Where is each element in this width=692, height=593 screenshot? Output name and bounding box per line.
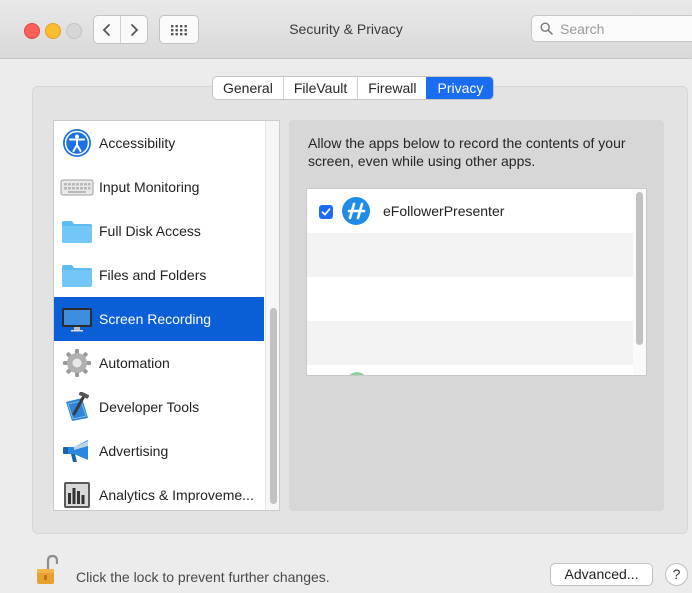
tab-bar: General FileVault Firewall Privacy: [212, 76, 495, 100]
bar-chart-icon: [60, 478, 94, 510]
sidebar-item-automation[interactable]: Automation: [54, 341, 264, 385]
tab-privacy[interactable]: Privacy: [426, 77, 494, 99]
list-item[interactable]: eFollowerPresenter: [307, 189, 633, 233]
app-permission-list: eFollowerPresenter: [306, 188, 647, 376]
category-list-scroll-thumb[interactable]: [270, 308, 277, 504]
sidebar-item-label: Developer Tools: [99, 399, 200, 415]
partial-app-icon: [347, 372, 367, 375]
empty-row: [307, 233, 633, 277]
title-bar: Security & Privacy: [0, 0, 692, 59]
app-permission-checkbox[interactable]: [319, 205, 333, 219]
app-name: eFollowerPresenter: [383, 203, 505, 219]
sidebar-item-label: Advertising: [99, 443, 169, 459]
megaphone-icon: [60, 434, 94, 468]
sidebar-item-screen-recording[interactable]: Screen Recording: [54, 297, 264, 341]
empty-row: [307, 277, 633, 321]
sidebar-item-label: Screen Recording: [99, 311, 212, 327]
search-input[interactable]: [558, 19, 682, 38]
sidebar-item-analytics[interactable]: Analytics & Improveme...: [54, 473, 264, 510]
efollower-app-icon: [342, 197, 370, 225]
help-button[interactable]: ?: [665, 563, 688, 586]
empty-row: [307, 321, 633, 365]
search-icon: [540, 22, 553, 35]
hammer-icon: [60, 390, 94, 424]
advanced-button[interactable]: Advanced...: [550, 563, 653, 586]
display-icon: [60, 302, 94, 336]
sidebar-item-label: Automation: [99, 355, 170, 371]
lock-message: Click the lock to prevent further change…: [76, 569, 330, 585]
sidebar-item-label: Analytics & Improveme...: [99, 487, 254, 503]
sidebar-item-advertising[interactable]: Advertising: [54, 429, 264, 473]
sidebar-item-input-monitoring[interactable]: Input Monitoring: [54, 165, 264, 209]
accessibility-icon: [60, 126, 94, 160]
category-list-scrollbar[interactable]: [265, 121, 279, 510]
tab-general[interactable]: General: [213, 77, 283, 99]
sidebar-item-developer-tools[interactable]: Developer Tools: [54, 385, 264, 429]
permission-description: Allow the apps below to record the conte…: [308, 135, 626, 169]
keyboard-icon: [60, 170, 94, 204]
tab-firewall[interactable]: Firewall: [357, 77, 426, 99]
folder-icon: [60, 258, 94, 292]
folder-icon: [60, 214, 94, 248]
app-list-scrollbar[interactable]: [633, 189, 646, 375]
sidebar-item-label: Files and Folders: [99, 267, 207, 283]
sidebar-item-label: Full Disk Access: [99, 223, 201, 239]
lock-icon[interactable]: [36, 554, 58, 586]
sidebar-item-full-disk-access[interactable]: Full Disk Access: [54, 209, 264, 253]
gear-icon: [60, 346, 94, 380]
privacy-category-list: Accessibility Input Monitoring Full Disk…: [53, 120, 280, 511]
sidebar-item-files-and-folders[interactable]: Files and Folders: [54, 253, 264, 297]
sidebar-item-label: Input Monitoring: [99, 179, 200, 195]
tab-filevault[interactable]: FileVault: [282, 77, 357, 99]
search-field[interactable]: [531, 15, 692, 42]
sidebar-item-label: Accessibility: [99, 135, 176, 151]
checkmark-icon: [321, 208, 331, 216]
app-list-scroll-thumb[interactable]: [636, 192, 643, 345]
sidebar-item-accessibility[interactable]: Accessibility: [54, 121, 264, 165]
